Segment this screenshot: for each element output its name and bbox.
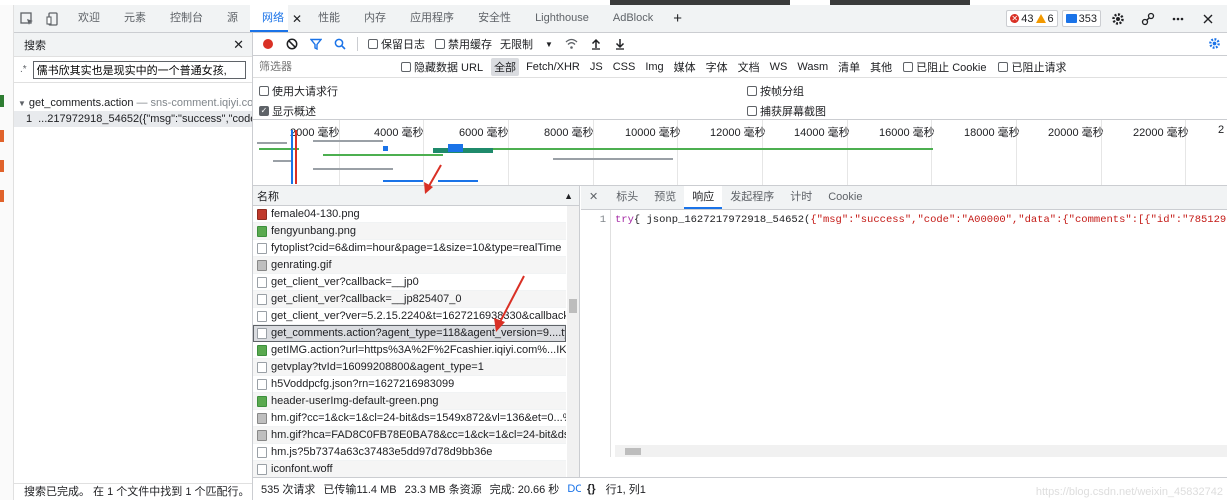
annotation-arrows	[424, 164, 525, 332]
annotation-arrow	[424, 164, 442, 194]
annotation-arrow	[494, 275, 525, 332]
watermark: https://blog.csdn.net/weixin_45832742	[1035, 486, 1223, 498]
